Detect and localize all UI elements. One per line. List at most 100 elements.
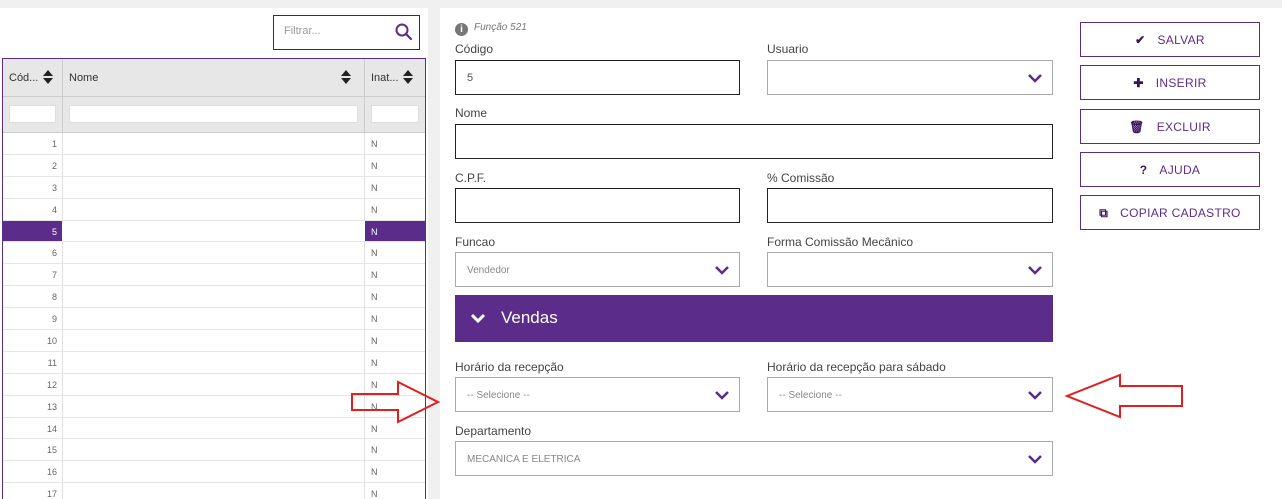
row-name bbox=[63, 176, 365, 198]
row-inactive: N bbox=[371, 336, 378, 347]
table-row[interactable]: 2N bbox=[3, 154, 425, 177]
insert-button-label: INSERIR bbox=[1155, 76, 1207, 90]
funcao-value: Vendedor bbox=[467, 265, 510, 276]
column-header-name-label: Nome bbox=[69, 72, 99, 84]
filter-box[interactable] bbox=[273, 15, 420, 50]
actions-panel: ✔ SALVAR ✚ INSERIR 🗑 EXCLUIR ? AJUDA ⧉ COPIAR… bbox=[1068, 8, 1282, 499]
table-row[interactable]: 17 N bbox=[3, 483, 425, 499]
horario-select[interactable]: -- Selecione -- bbox=[455, 377, 740, 412]
codigo-label: Código bbox=[455, 42, 494, 56]
annotation-arrow-right-icon bbox=[351, 380, 441, 424]
annotation-arrow-left-icon bbox=[1064, 373, 1183, 419]
row-name bbox=[63, 461, 365, 483]
column-header-inactive-label: Inat... bbox=[371, 72, 399, 84]
function-info: i Função 521 bbox=[455, 22, 527, 36]
row-code: 15 bbox=[3, 439, 63, 461]
horario-label: Horário da recepção bbox=[455, 360, 564, 374]
delete-button[interactable]: 🗑 EXCLUIR bbox=[1080, 109, 1260, 144]
table-row[interactable]: 4N bbox=[3, 198, 425, 221]
copy-icon: ⧉ bbox=[1099, 206, 1109, 220]
sort-icon[interactable] bbox=[403, 70, 413, 84]
comissao-label: % Comissão bbox=[767, 171, 835, 185]
filter-cell-code bbox=[3, 97, 63, 132]
info-icon: i bbox=[455, 23, 468, 36]
column-filter-name[interactable] bbox=[69, 105, 358, 123]
row-inactive: N bbox=[371, 467, 378, 478]
record-list-panel: Cód... Nome Inat... 1N2N3N4N5N6N7N8N9N10… bbox=[0, 8, 428, 499]
table-row[interactable]: 5N bbox=[3, 220, 425, 243]
table-row[interactable]: 16 N bbox=[3, 461, 425, 484]
column-header-code[interactable]: Cód... bbox=[3, 59, 63, 97]
row-code: 11 bbox=[3, 351, 63, 373]
row-code: 4 bbox=[3, 198, 63, 220]
row-code: 16 bbox=[3, 461, 63, 483]
comissao-field[interactable] bbox=[767, 188, 1053, 223]
forma-comissao-label: Forma Comissão Mecânico bbox=[767, 235, 914, 249]
search-icon[interactable] bbox=[395, 23, 413, 41]
function-info-text: Função 521 bbox=[474, 22, 527, 33]
table-row[interactable]: 10 N bbox=[3, 330, 425, 352]
form-panel: i Função 521 Código 5 Usuario Nome C.P.F.… bbox=[440, 8, 1068, 499]
row-code: 3 bbox=[3, 176, 63, 198]
table-row[interactable]: 1N bbox=[3, 133, 425, 155]
copy-record-button-label: COPIAR CADASTRO bbox=[1120, 206, 1241, 220]
sort-icon[interactable] bbox=[341, 70, 351, 84]
table-row[interactable]: 15 N bbox=[3, 439, 425, 462]
table-row[interactable]: 8N bbox=[3, 286, 425, 309]
row-code: 9 bbox=[3, 308, 63, 330]
copy-record-button[interactable]: ⧉ COPIAR CADASTRO bbox=[1080, 195, 1260, 230]
save-button[interactable]: ✔ SALVAR bbox=[1080, 22, 1260, 57]
funcao-select[interactable]: Vendedor bbox=[455, 252, 740, 287]
row-inactive: N bbox=[371, 270, 378, 281]
filter-cell-name bbox=[63, 97, 365, 132]
row-name bbox=[63, 351, 365, 373]
row-name bbox=[63, 264, 365, 286]
column-header-code-label: Cód... bbox=[9, 72, 39, 84]
row-name bbox=[63, 242, 365, 264]
row-code: 14 bbox=[3, 417, 63, 439]
trash-icon: 🗑 bbox=[1129, 120, 1145, 134]
row-code: 12 bbox=[3, 373, 63, 395]
column-header-name[interactable]: Nome bbox=[63, 59, 365, 97]
nome-field[interactable] bbox=[455, 124, 1053, 159]
row-inactive: N bbox=[371, 292, 378, 303]
grid-body: 1 N 2 N 3 N 4 N 5 N 6 N 7 N 8 N 9 N 10 N 11 N 12 N 13 N 14 N 15 N 16 N 1… bbox=[3, 133, 425, 499]
cpf-field[interactable] bbox=[455, 188, 740, 223]
row-inactive: N bbox=[371, 160, 378, 171]
departamento-select[interactable]: MECANICA E ELETRICA bbox=[455, 441, 1053, 476]
table-row[interactable]: 7N bbox=[3, 264, 425, 287]
row-name bbox=[63, 417, 365, 439]
nome-label: Nome bbox=[455, 106, 488, 120]
usuario-select[interactable] bbox=[767, 60, 1053, 95]
row-code: 6 bbox=[3, 242, 63, 264]
table-row[interactable]: 6N bbox=[3, 242, 425, 265]
table-row[interactable]: 9N bbox=[3, 308, 425, 331]
column-filter-inactive[interactable] bbox=[371, 105, 419, 123]
row-inactive: N bbox=[371, 226, 378, 237]
row-name bbox=[63, 308, 365, 330]
departamento-label: Departamento bbox=[455, 424, 532, 438]
horario-sabado-select[interactable]: -- Selecione -- bbox=[767, 377, 1053, 412]
codigo-field[interactable]: 5 bbox=[455, 60, 740, 95]
row-inactive: N bbox=[371, 314, 378, 325]
help-button-label: AJUDA bbox=[1159, 163, 1201, 177]
filter-input[interactable] bbox=[284, 25, 384, 37]
insert-button[interactable]: ✚ INSERIR bbox=[1080, 65, 1260, 100]
forma-comissao-select[interactable] bbox=[767, 252, 1053, 287]
row-inactive: N bbox=[371, 445, 378, 456]
row-inactive: N bbox=[371, 139, 378, 149]
column-filter-code[interactable] bbox=[9, 105, 56, 123]
chevron-down-icon bbox=[1028, 74, 1042, 83]
table-row[interactable]: 3N bbox=[3, 176, 425, 199]
row-inactive: N bbox=[371, 204, 378, 215]
sort-icon[interactable] bbox=[43, 70, 53, 84]
column-header-inactive[interactable]: Inat... bbox=[365, 59, 425, 97]
row-name bbox=[63, 198, 365, 220]
table-row[interactable]: 11 N bbox=[3, 351, 425, 374]
row-name bbox=[63, 133, 365, 154]
plus-icon: ✚ bbox=[1133, 76, 1144, 90]
chevron-down-icon bbox=[471, 313, 485, 323]
vendas-section-header[interactable]: Vendas bbox=[455, 295, 1053, 342]
row-name bbox=[63, 330, 365, 351]
help-button[interactable]: ? AJUDA bbox=[1080, 152, 1260, 187]
